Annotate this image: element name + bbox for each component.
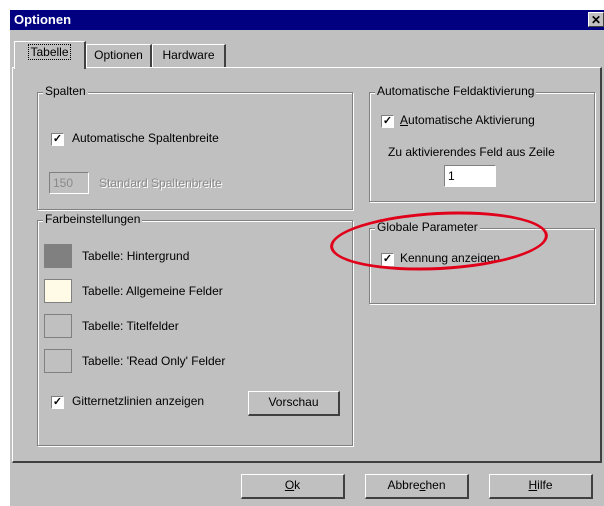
- farb-legend: Farbeinstellungen: [43, 212, 143, 226]
- color-label-readonly: Tabelle: 'Read Only' Felder: [82, 354, 226, 368]
- width-input[interactable]: 150: [49, 172, 89, 194]
- swatch-readonly[interactable]: [44, 349, 72, 373]
- cancel-button[interactable]: Abbrechen: [365, 474, 469, 499]
- preview-button[interactable]: Vorschau: [248, 391, 340, 416]
- help-accel: H: [528, 478, 538, 492]
- title-bar: Optionen ✕: [10, 10, 604, 30]
- ok-accel: O: [284, 478, 295, 492]
- auto-width-checkbox[interactable]: ✓: [51, 133, 64, 146]
- tab-panel: Spalten ✓ Automatische Spaltenbreite 150…: [12, 67, 602, 463]
- row-label: Zu aktivierendes Feld aus Zeile: [388, 145, 555, 159]
- auto-activation-checkbox[interactable]: ✓: [381, 115, 394, 128]
- tab-hardware[interactable]: Hardware: [152, 44, 226, 67]
- auto-activation-accel: A: [400, 113, 409, 127]
- cancel-text-b: hen: [425, 478, 446, 492]
- color-label-title: Tabelle: Titelfelder: [82, 319, 179, 333]
- farb-group: Farbeinstellungen Tabelle: Hintergrund T…: [37, 212, 353, 446]
- cancel-text-a: Abbre: [387, 478, 420, 492]
- auto-feld-group: Automatische Feldaktivierung ✓ Automatis…: [369, 84, 595, 202]
- color-label-general: Tabelle: Allgemeine Felder: [82, 284, 223, 298]
- help-text: ilfe: [537, 478, 553, 492]
- close-icon[interactable]: ✕: [588, 12, 604, 27]
- width-label: Standard Spaltenbreite: [99, 176, 222, 190]
- ok-button[interactable]: Ok: [241, 474, 345, 499]
- tab-tabelle[interactable]: Tabelle: [14, 41, 86, 69]
- ok-text: k: [294, 478, 301, 492]
- grid-label: Gitternetzlinien anzeigen: [72, 394, 205, 408]
- auto-activation-text: utomatische Aktivierung: [408, 113, 535, 127]
- tab-optionen[interactable]: Optionen: [86, 44, 152, 67]
- spalten-legend: Spalten: [43, 84, 88, 98]
- spalten-group: Spalten ✓ Automatische Spaltenbreite 150…: [37, 84, 353, 210]
- tab-tabelle-label: Tabelle: [28, 44, 71, 60]
- grid-checkbox[interactable]: ✓: [51, 396, 64, 409]
- auto-width-label: Automatische Spaltenbreite: [72, 131, 219, 145]
- color-label-background: Tabelle: Hintergrund: [82, 249, 190, 263]
- swatch-general[interactable]: [44, 279, 72, 303]
- row-input[interactable]: 1: [444, 165, 496, 187]
- help-button[interactable]: Hilfe: [489, 474, 593, 499]
- window-title: Optionen: [14, 12, 72, 27]
- auto-feld-legend: Automatische Feldaktivierung: [375, 84, 537, 98]
- swatch-background[interactable]: [44, 244, 72, 268]
- auto-activation-label: Automatische Aktivierung: [400, 113, 535, 127]
- swatch-title[interactable]: [44, 314, 72, 338]
